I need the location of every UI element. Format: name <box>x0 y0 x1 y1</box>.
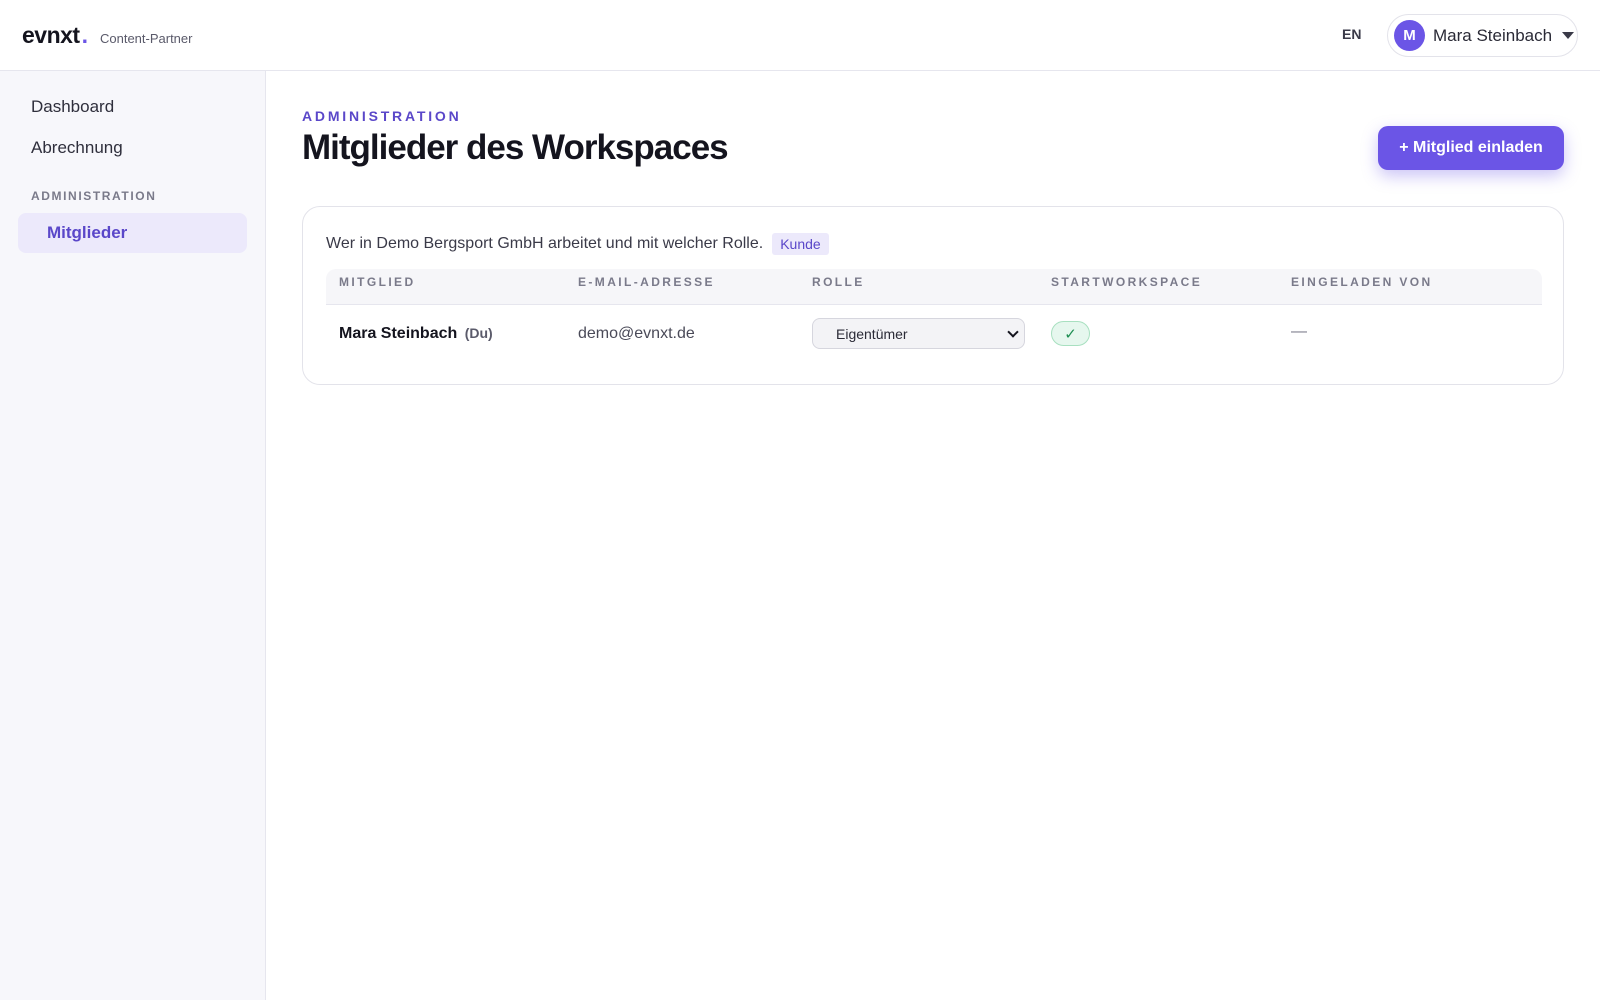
table-header: MITGLIED E-MAIL-ADRESSE ROLLE STARTWORKS… <box>326 269 1542 305</box>
sidebar-section-label: ADMINISTRATION <box>31 189 157 203</box>
role-select[interactable]: Eigentümer <box>812 318 1025 349</box>
card-description-text: Wer in Demo Bergsport GmbH arbeitet und … <box>326 235 764 252</box>
brand[interactable]: evnxt. Content-Partner <box>22 22 192 49</box>
sidebar: Dashboard Abrechnung ADMINISTRATION Mitg… <box>0 71 266 1000</box>
brand-logo: evnxt <box>22 22 80 48</box>
sidebar-item-mitglieder[interactable]: Mitglieder <box>18 213 247 253</box>
column-header-invited-by: EINGELADEN VON <box>1291 275 1433 289</box>
avatar: M <box>1394 20 1425 51</box>
member-cell: Mara Steinbach (Du) <box>339 325 493 343</box>
brand-subtitle: Content-Partner <box>99 31 193 46</box>
card-description: Wer in Demo Bergsport GmbH arbeitet und … <box>326 233 829 255</box>
user-menu-button[interactable]: M Mara Steinbach <box>1387 14 1578 57</box>
invite-member-button[interactable]: + Mitglied einladen <box>1378 126 1564 170</box>
chevron-down-icon <box>1007 326 1019 338</box>
column-header-email: E-MAIL-ADRESSE <box>578 275 715 289</box>
member-name: Mara Steinbach <box>339 325 458 342</box>
start-workspace-check-badge: ✓ <box>1051 321 1090 346</box>
member-self-label: (Du) <box>464 325 493 341</box>
sidebar-item-abrechnung[interactable]: Abrechnung <box>31 138 123 158</box>
top-bar: evnxt. Content-Partner EN M Mara Steinba… <box>0 0 1600 71</box>
user-name: Mara Steinbach <box>1433 25 1553 45</box>
members-card: Wer in Demo Bergsport GmbH arbeitet und … <box>302 206 1564 385</box>
language-switch[interactable]: EN <box>1342 26 1361 42</box>
invited-by-value: — <box>1291 323 1307 340</box>
caret-down-icon <box>1562 32 1575 39</box>
role-select-value: Eigentümer <box>836 325 908 342</box>
column-header-start-workspace: STARTWORKSPACE <box>1051 275 1203 289</box>
column-header-role: ROLLE <box>812 275 865 289</box>
page-title: Mitglieder des Workspaces <box>302 128 729 167</box>
brand-logo-dot: . <box>81 22 88 48</box>
column-header-member: MITGLIED <box>339 275 416 289</box>
table-row: Mara Steinbach (Du) demo@evnxt.de Eigent… <box>326 305 1542 365</box>
page-eyebrow: ADMINISTRATION <box>302 108 462 124</box>
workspace-type-badge: Kunde <box>772 233 829 255</box>
member-email: demo@evnxt.de <box>578 325 695 342</box>
sidebar-item-dashboard[interactable]: Dashboard <box>31 97 114 117</box>
check-icon: ✓ <box>1064 325 1077 343</box>
